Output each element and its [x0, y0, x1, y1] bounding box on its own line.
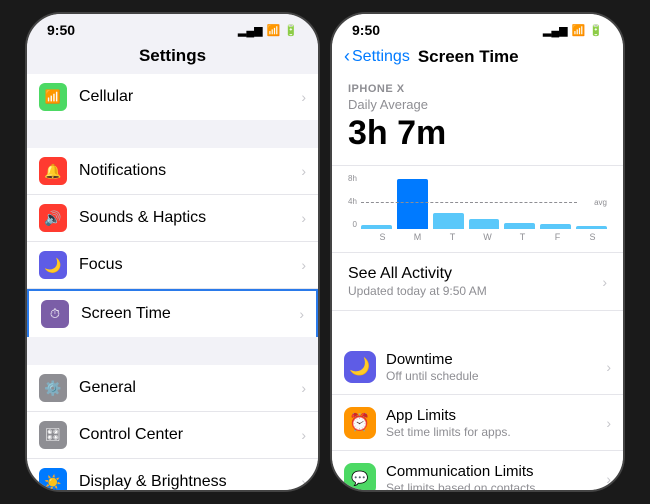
- avg-line: [361, 202, 577, 203]
- daily-label: Daily Average: [348, 97, 607, 112]
- chart-day-labels: S M T W T F S: [348, 232, 607, 242]
- day-m: M: [403, 232, 432, 242]
- chart-container: 8h 4h 0 avg: [348, 174, 607, 244]
- wifi-icon-right: 📶: [572, 24, 586, 37]
- day-s2: S: [578, 232, 607, 242]
- bar-m-fill: [397, 179, 428, 229]
- list-item-general[interactable]: ⚙️ General ›: [27, 365, 318, 412]
- back-button[interactable]: ‹ Settings: [344, 46, 410, 67]
- usage-chart: 8h 4h 0 avg: [332, 166, 623, 253]
- comm-limits-chevron: ›: [606, 471, 611, 487]
- notifications-icon: 🔔: [39, 157, 67, 185]
- wifi-icon: 📶: [267, 24, 281, 37]
- st-items-section: 🌙 Downtime Off until schedule › ⏰ App Li…: [332, 339, 623, 490]
- list-item-screen-time[interactable]: ⏱ Screen Time ›: [27, 289, 318, 337]
- screen-time-phone: 9:50 ▂▄▆ 📶 🔋 ‹ Settings Screen Time IPHO…: [330, 12, 625, 492]
- cellular-icon: 📶: [39, 83, 67, 111]
- divider-2: [27, 337, 318, 365]
- chart-y-0: 0: [352, 220, 356, 229]
- settings-top-section: 📶 Cellular ›: [27, 74, 318, 120]
- display-icon: ☀️: [39, 468, 67, 490]
- general-icon: ⚙️: [39, 374, 67, 402]
- day-s1: S: [368, 232, 397, 242]
- screen-time-label: Screen Time: [81, 305, 295, 323]
- downtime-chevron: ›: [606, 359, 611, 375]
- app-limits-chevron: ›: [606, 415, 611, 431]
- focus-label: Focus: [79, 256, 297, 274]
- battery-icon: 🔋: [284, 24, 298, 37]
- list-item-cellular[interactable]: 📶 Cellular ›: [27, 74, 318, 120]
- day-w: W: [473, 232, 502, 242]
- st-item-comm-limits[interactable]: 💬 Communication Limits Set limits based …: [332, 451, 623, 490]
- screen-time-nav: ‹ Settings Screen Time: [332, 42, 623, 75]
- app-limits-title: App Limits: [386, 407, 606, 424]
- bar-s1-fill: [361, 225, 392, 229]
- comm-limits-title: Communication Limits: [386, 463, 606, 480]
- day-t1: T: [438, 232, 467, 242]
- sounds-label: Sounds & Haptics: [79, 209, 297, 227]
- screen-time-title: Screen Time: [418, 47, 519, 67]
- comm-limits-sub: Set limits based on contacts.: [386, 481, 606, 491]
- list-item-focus[interactable]: 🌙 Focus ›: [27, 242, 318, 289]
- notifications-label: Notifications: [79, 162, 297, 180]
- settings-scroll[interactable]: 📶 Cellular › 🔔 Notifications › 🔊 Sounds …: [27, 74, 318, 490]
- list-item-notifications[interactable]: 🔔 Notifications ›: [27, 148, 318, 195]
- general-label: General: [79, 379, 297, 397]
- battery-icon-right: 🔋: [589, 24, 603, 37]
- bar-s2-fill: [576, 226, 607, 229]
- signal-icon: ▂▄▆: [238, 24, 263, 37]
- bar-t1-fill: [433, 213, 464, 229]
- cellular-chevron: ›: [301, 89, 306, 105]
- st-item-app-limits[interactable]: ⏰ App Limits Set time limits for apps. ›: [332, 395, 623, 451]
- bar-w-fill: [469, 219, 500, 229]
- back-label: Settings: [352, 48, 410, 66]
- list-item-display[interactable]: ☀️ Display & Brightness ›: [27, 459, 318, 490]
- control-center-label: Control Center: [79, 426, 297, 444]
- downtime-sub: Off until schedule: [386, 369, 606, 383]
- app-limits-sub: Set time limits for apps.: [386, 425, 606, 439]
- device-label: IPHONE X: [348, 83, 607, 95]
- signal-icon-right: ▂▄▆: [543, 24, 568, 37]
- list-item-sounds[interactable]: 🔊 Sounds & Haptics ›: [27, 195, 318, 242]
- downtime-icon: 🌙: [344, 351, 376, 383]
- display-label: Display & Brightness: [79, 473, 297, 490]
- settings-nav-bar: Settings: [27, 42, 318, 74]
- settings-title: Settings: [139, 46, 206, 65]
- settings-phone: 9:50 ▂▄▆ 📶 🔋 Settings 📶 Cellular › 🔔 Not…: [25, 12, 320, 492]
- daily-time: 3h 7m: [348, 114, 607, 153]
- day-f: F: [543, 232, 572, 242]
- bar-t2-fill: [504, 223, 535, 229]
- screen-time-scroll[interactable]: IPHONE X Daily Average 3h 7m 8h 4h 0 avg: [332, 75, 623, 490]
- sounds-icon: 🔊: [39, 204, 67, 232]
- app-limits-icon: ⏰: [344, 407, 376, 439]
- chart-y-4h: 4h: [348, 197, 357, 206]
- settings-section-2: ⚙️ General › 🎛 Control Center › ☀️ Displ…: [27, 365, 318, 490]
- day-t2: T: [508, 232, 537, 242]
- focus-icon: 🌙: [39, 251, 67, 279]
- comm-limits-icon: 💬: [344, 463, 376, 491]
- divider-1: [27, 120, 318, 148]
- st-item-downtime[interactable]: 🌙 Downtime Off until schedule ›: [332, 339, 623, 395]
- status-icons-right: ▂▄▆ 📶 🔋: [543, 24, 603, 37]
- status-icons-left: ▂▄▆ 📶 🔋: [238, 24, 298, 37]
- back-chevron: ‹: [344, 46, 350, 67]
- status-bar-right: 9:50 ▂▄▆ 📶 🔋: [332, 14, 623, 42]
- status-bar-left: 9:50 ▂▄▆ 📶 🔋: [27, 14, 318, 42]
- avg-label: avg: [594, 198, 607, 207]
- see-all-chevron: ›: [602, 274, 607, 290]
- downtime-title: Downtime: [386, 351, 606, 368]
- list-item-control-center[interactable]: 🎛 Control Center ›: [27, 412, 318, 459]
- screen-time-icon: ⏱: [41, 300, 69, 328]
- cellular-label: Cellular: [79, 88, 297, 106]
- chart-y-8h: 8h: [348, 174, 357, 183]
- see-all-title: See All Activity: [348, 265, 487, 283]
- screen-time-header: IPHONE X Daily Average 3h 7m: [332, 75, 623, 166]
- time-right: 9:50: [352, 22, 380, 38]
- control-center-icon: 🎛: [39, 421, 67, 449]
- see-all-sub: Updated today at 9:50 AM: [348, 284, 487, 298]
- see-all-activity[interactable]: See All Activity Updated today at 9:50 A…: [332, 253, 623, 311]
- time-left: 9:50: [47, 22, 75, 38]
- bar-f-fill: [540, 224, 571, 229]
- settings-section-1: 🔔 Notifications › 🔊 Sounds & Haptics › 🌙…: [27, 148, 318, 337]
